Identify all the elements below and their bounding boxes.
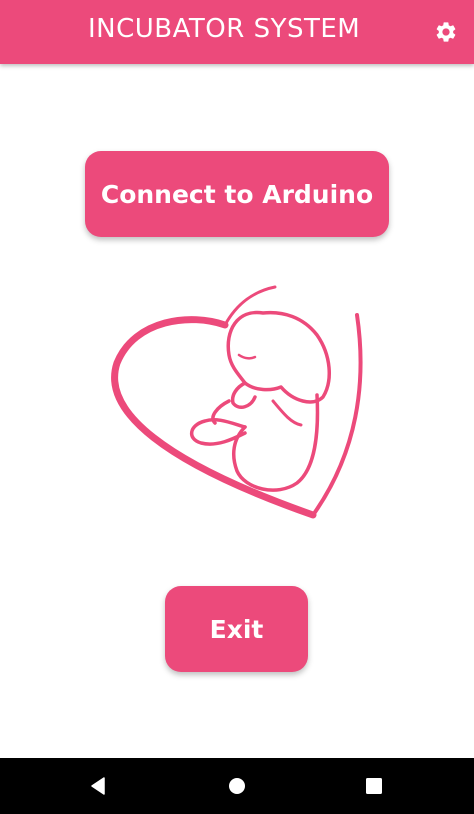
nav-back-button[interactable]	[86, 774, 110, 798]
back-triangle-icon	[91, 777, 105, 795]
recents-square-icon	[366, 778, 382, 794]
nav-recents-button[interactable]	[362, 774, 386, 798]
baby-heart-logo	[111, 285, 363, 519]
exit-button[interactable]: Exit	[165, 586, 308, 672]
system-navigation-bar	[0, 758, 474, 814]
connect-button-label: Connect to Arduino	[100, 179, 374, 209]
exit-button-label: Exit	[209, 614, 264, 644]
gear-icon	[436, 22, 456, 42]
app-bar: INCUBATOR SYSTEM	[0, 0, 474, 64]
nav-home-button[interactable]	[225, 774, 249, 798]
home-circle-icon	[229, 778, 245, 794]
connect-to-arduino-button[interactable]: Connect to Arduino	[85, 151, 389, 237]
settings-button[interactable]	[430, 16, 462, 48]
app-title: INCUBATOR SYSTEM	[88, 14, 361, 44]
